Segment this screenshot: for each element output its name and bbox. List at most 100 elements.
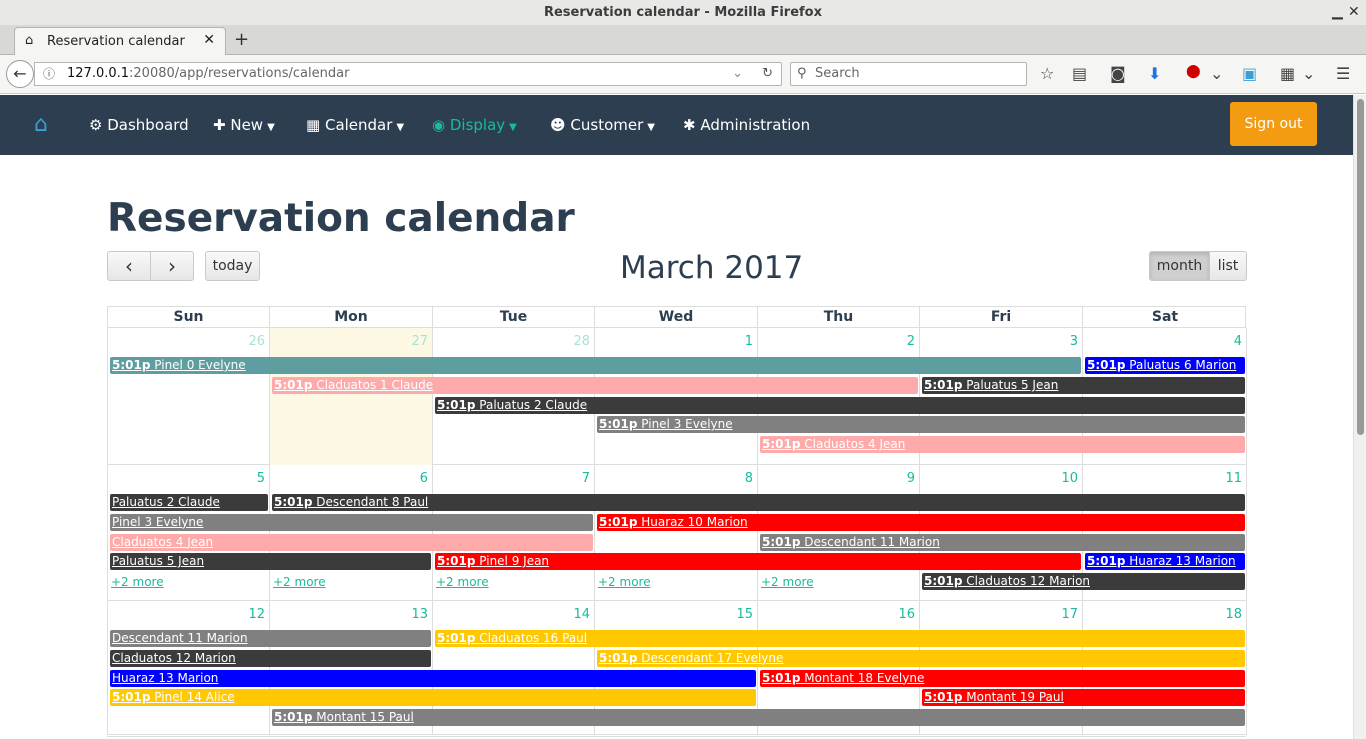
day-number[interactable]: 2: [907, 334, 915, 349]
scrollbar-thumb[interactable]: [1357, 99, 1364, 435]
calendar-event[interactable]: Pinel 3 Evelyne: [110, 513, 593, 531]
calendar-event[interactable]: 5:01p Descendant 11 Marion: [760, 533, 1245, 551]
bookmark-star-icon[interactable]: ☆: [1040, 64, 1054, 83]
more-events-link[interactable]: +2 more: [436, 575, 489, 589]
calendar-event[interactable]: 5:01p Claduatos 12 Marion: [922, 573, 1245, 591]
adblock-icon[interactable]: ⬤: [1186, 64, 1201, 79]
calendar-event[interactable]: 5:01p Pinel 14 Alice: [110, 689, 756, 707]
day-number[interactable]: 9: [907, 471, 915, 486]
day-number[interactable]: 28: [573, 334, 590, 349]
day-number[interactable]: 17: [1061, 607, 1078, 622]
day-number[interactable]: 11: [1225, 471, 1242, 486]
calendar-event[interactable]: 5:01p Montant 15 Paul: [272, 709, 1245, 727]
nav-display[interactable]: ◉ Display ▼: [432, 95, 517, 155]
calendar-event[interactable]: 5:01p Montant 18 Evelyne: [760, 669, 1245, 687]
calendar-event[interactable]: 5:01p Huaraz 13 Marion: [1085, 553, 1245, 571]
nav-dashboard[interactable]: ⚙ Dashboard: [89, 95, 189, 155]
day-number[interactable]: 4: [1234, 334, 1242, 349]
info-icon[interactable]: ⓘ: [43, 63, 55, 85]
download-icon[interactable]: ⬇: [1148, 64, 1161, 83]
page-scrollbar[interactable]: [1353, 95, 1366, 739]
day-cell[interactable]: 26: [108, 328, 270, 465]
list-view-button[interactable]: list: [1209, 251, 1247, 281]
tab-reservation-calendar[interactable]: ⌂ Reservation calendar ✕: [14, 27, 226, 55]
reading-list-icon[interactable]: ▤: [1072, 64, 1087, 83]
day-number[interactable]: 6: [420, 471, 428, 486]
nav-customer[interactable]: ☻ Customer ▼: [550, 95, 655, 155]
day-number[interactable]: 15: [736, 607, 753, 622]
nav-new[interactable]: ✚ New ▼: [213, 95, 275, 155]
event-label: Claduatos 1 Claude: [316, 377, 434, 392]
tab-close-icon[interactable]: ✕: [203, 32, 215, 48]
extension-icon[interactable]: ▦: [1280, 64, 1295, 83]
calendar-event[interactable]: Descendant 11 Marion: [110, 630, 431, 647]
calendar-event[interactable]: 5:01p Descendant 8 Paul: [272, 494, 1245, 511]
event-time: 5:01p: [599, 514, 638, 529]
back-button[interactable]: ←: [6, 60, 34, 88]
day-number[interactable]: 10: [1061, 471, 1078, 486]
pocket-icon[interactable]: ◙: [1110, 64, 1126, 83]
reload-icon[interactable]: ↻: [762, 63, 773, 85]
calendar-event[interactable]: 5:01p Paluatus 6 Marion: [1085, 357, 1245, 374]
dashboard-icon: ⚙: [89, 116, 103, 134]
calendar-event[interactable]: 5:01p Claduatos 4 Jean: [760, 436, 1245, 454]
more-events-link[interactable]: +2 more: [273, 575, 326, 589]
new-tab-button[interactable]: +: [234, 29, 249, 50]
calendar-event[interactable]: Huaraz 13 Marion: [110, 669, 756, 687]
next-month-button[interactable]: ›: [150, 251, 194, 281]
calendar-event[interactable]: 5:01p Pinel 0 Evelyne: [110, 357, 1081, 374]
menu-icon[interactable]: ☰: [1336, 64, 1350, 83]
home-icon: ⌂: [25, 33, 34, 48]
today-button[interactable]: today: [205, 251, 260, 281]
skype-icon[interactable]: ▣: [1242, 64, 1257, 83]
window-title: Reservation calendar - Mozilla Firefox: [543, 5, 822, 20]
adblock-dropdown-icon[interactable]: ⌄: [1210, 64, 1223, 83]
calendar-event[interactable]: 5:01p Paluatus 2 Claude: [435, 396, 1245, 414]
day-number[interactable]: 12: [248, 607, 265, 622]
day-number[interactable]: 3: [1070, 334, 1078, 349]
url-bar[interactable]: ⓘ 127.0.0.1:20080/app/reservations/calen…: [34, 62, 782, 86]
more-events-link[interactable]: +2 more: [761, 575, 814, 589]
extension-dropdown-icon[interactable]: ⌄: [1302, 64, 1315, 83]
caret-down-icon: ▼: [267, 122, 275, 133]
day-number[interactable]: 1: [745, 334, 753, 349]
nav-administration[interactable]: ✱ Administration: [683, 95, 810, 155]
day-number[interactable]: 26: [248, 334, 265, 349]
more-events-link[interactable]: +2 more: [598, 575, 651, 589]
day-cell[interactable]: 27: [270, 328, 433, 465]
calendar-event[interactable]: Claduatos 12 Marion: [110, 649, 431, 667]
calendar-event[interactable]: 5:01p Paluatus 5 Jean: [922, 376, 1245, 394]
event-label: Montant 15 Paul: [316, 710, 414, 725]
calendar-event[interactable]: 5:01p Descendant 17 Evelyne: [597, 649, 1245, 667]
day-number[interactable]: 14: [573, 607, 590, 622]
search-input[interactable]: ⚲ Search: [790, 62, 1027, 86]
calendar-event[interactable]: 5:01p Claduatos 16 Paul: [435, 630, 1245, 647]
nav-calendar[interactable]: ▦ Calendar ▼: [306, 95, 404, 155]
day-number[interactable]: 13: [411, 607, 428, 622]
day-number[interactable]: 16: [898, 607, 915, 622]
url-dropdown-icon[interactable]: ⌄: [732, 63, 743, 85]
event-time: 5:01p: [274, 377, 313, 392]
day-number[interactable]: 5: [257, 471, 265, 486]
day-number[interactable]: 7: [582, 471, 590, 486]
sign-out-button[interactable]: Sign out: [1230, 102, 1317, 146]
calendar-event[interactable]: Paluatus 5 Jean: [110, 553, 431, 571]
day-number[interactable]: 8: [745, 471, 753, 486]
minimize-button[interactable]: ▁: [1332, 0, 1343, 25]
month-view-button[interactable]: month: [1149, 251, 1210, 281]
day-number[interactable]: 27: [411, 334, 428, 349]
more-events-link[interactable]: +2 more: [111, 575, 164, 589]
calendar-event[interactable]: 5:01p Huaraz 10 Marion: [597, 513, 1245, 531]
close-window-button[interactable]: ✕: [1348, 0, 1360, 25]
calendar-event[interactable]: 5:01p Claduatos 1 Claude: [272, 376, 918, 394]
calendar-event[interactable]: Claduatos 4 Jean: [110, 533, 593, 551]
day-cell[interactable]: 12: [108, 601, 270, 735]
calendar-event[interactable]: 5:01p Montant 19 Paul: [922, 689, 1245, 707]
day-number[interactable]: 18: [1225, 607, 1242, 622]
home-icon[interactable]: ⌂: [34, 95, 48, 155]
calendar-event[interactable]: 5:01p Pinel 3 Evelyne: [597, 416, 1245, 434]
prev-month-button[interactable]: ‹: [107, 251, 151, 281]
calendar-event[interactable]: 5:01p Pinel 9 Jean: [435, 553, 1081, 571]
calendar-event[interactable]: Paluatus 2 Claude: [110, 494, 268, 511]
url-text: 127.0.0.1:20080/app/reservations/calenda…: [67, 66, 350, 81]
